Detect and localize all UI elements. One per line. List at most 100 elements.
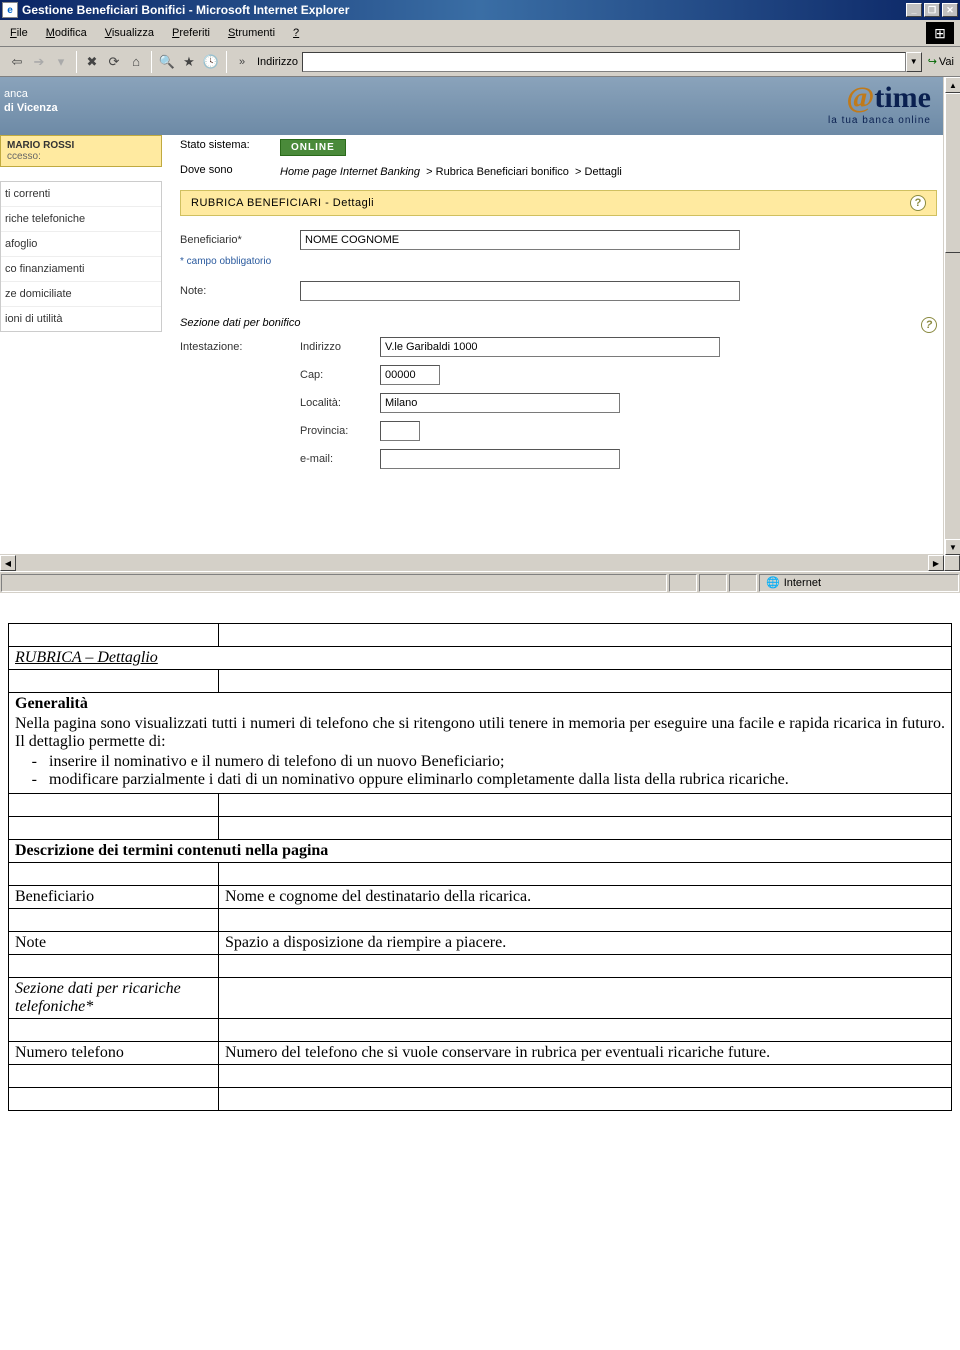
email-input[interactable]	[380, 449, 620, 469]
go-icon: ↪	[928, 55, 937, 68]
beneficiario-label: Beneficiario*	[180, 234, 300, 246]
toolbar-divider	[76, 51, 77, 73]
user-name: MARIO ROSSI	[7, 140, 155, 151]
breadcrumb-mid[interactable]: Rubrica Beneficiari bonifico	[436, 166, 569, 178]
toolbar-divider	[226, 51, 227, 73]
favorites-button[interactable]: ★	[178, 51, 200, 73]
system-status-label: Stato sistema:	[180, 139, 280, 151]
doc-r4-v: Numero del telefono che si vuole conserv…	[219, 1042, 952, 1065]
side-menu: ti correnti riche telefoniche afoglio co…	[0, 181, 162, 332]
doc-heading: RUBRICA – Dettaglio	[9, 647, 952, 670]
note-label: Note:	[180, 285, 300, 297]
doc-table-wrap: RUBRICA – Dettaglio Generalità Nella pag…	[8, 623, 952, 1111]
section-bonifico-label: Sezione dati per bonifico	[180, 317, 921, 333]
bank-tagline: la tua banca online	[828, 115, 931, 126]
forward-button[interactable]: ➔	[28, 51, 50, 73]
maximize-button[interactable]: ❐	[924, 3, 940, 17]
menu-bar: File Modifica Visualizza Preferiti Strum…	[0, 20, 960, 47]
sidebar-item-ricariche[interactable]: riche telefoniche	[1, 207, 161, 232]
email-label: e-mail:	[300, 453, 380, 465]
scroll-up-button[interactable]: ▲	[945, 77, 960, 93]
doc-gen-p1: Nella pagina sono visualizzati tutti i n…	[15, 715, 945, 751]
menu-help[interactable]: ?	[289, 25, 303, 41]
localita-input[interactable]	[380, 393, 620, 413]
doc-gen-title: Generalità	[15, 695, 88, 712]
go-button[interactable]: ↪Vai	[928, 55, 954, 68]
window-titlebar: e Gestione Beneficiari Bonifici - Micros…	[0, 0, 960, 20]
menu-visualizza[interactable]: Visualizza	[101, 25, 158, 41]
scroll-down-button[interactable]: ▼	[945, 539, 960, 555]
status-zone-label: Internet	[784, 577, 821, 589]
user-box: MARIO ROSSI ccesso:	[0, 135, 162, 167]
localita-label: Località:	[300, 397, 380, 409]
where-label: Dove sono	[180, 164, 280, 176]
user-access-label: ccesso:	[7, 151, 155, 162]
window-title: Gestione Beneficiari Bonifici - Microsof…	[22, 3, 906, 17]
status-pane-2	[669, 574, 697, 592]
status-pane-zone: 🌐 Internet	[759, 574, 959, 592]
doc-r1-k: Beneficiario	[9, 886, 219, 909]
doc-r1-v: Nome e cognome del destinatario della ri…	[219, 886, 952, 909]
bank-logo: @time	[828, 81, 931, 115]
breadcrumb-last: Dettagli	[585, 166, 622, 178]
menu-file[interactable]: File	[6, 25, 32, 41]
status-pane-4	[729, 574, 757, 592]
provincia-label: Provincia:	[300, 425, 380, 437]
sidebar-item-utilita[interactable]: ioni di utilità	[1, 307, 161, 331]
breadcrumb: Home page Internet Banking > Rubrica Ben…	[280, 164, 622, 186]
history-button[interactable]: 🕓	[200, 51, 222, 73]
doc-r4-k: Numero telefono	[9, 1042, 219, 1065]
search-button[interactable]: 🔍	[156, 51, 178, 73]
doc-gen-li1: inserire il nominativo e il numero di te…	[49, 753, 945, 771]
scroll-corner	[944, 555, 960, 571]
sidebar-item-portafoglio[interactable]: afoglio	[1, 232, 161, 257]
doc-gen-li2: modificare parzialmente i dati di un nom…	[49, 771, 945, 789]
minimize-button[interactable]: _	[906, 3, 922, 17]
menu-strumenti[interactable]: Strumenti	[224, 25, 279, 41]
scroll-left-button[interactable]: ◀	[0, 555, 16, 571]
menu-modifica[interactable]: Modifica	[42, 25, 91, 41]
indirizzo-input[interactable]	[380, 337, 720, 357]
toolbar: ⇦ ➔ ▾ ✖ ⟳ ⌂ 🔍 ★ 🕓 » Indirizzo ▼ ↪Vai	[0, 47, 960, 77]
system-status-badge: ONLINE	[280, 139, 346, 156]
menu-preferiti[interactable]: Preferiti	[168, 25, 214, 41]
close-button[interactable]: ✕	[942, 3, 958, 17]
back-button[interactable]: ⇦	[6, 51, 28, 73]
note-input[interactable]	[300, 281, 740, 301]
provincia-input[interactable]	[380, 421, 420, 441]
ie-throbber-icon: ⊞	[926, 22, 954, 44]
scroll-right-button[interactable]: ▶	[928, 555, 944, 571]
forward-dropdown[interactable]: ▾	[50, 51, 72, 73]
indirizzo-label: Indirizzo	[300, 341, 380, 353]
sidebar-item-utenze[interactable]: ze domiciliate	[1, 282, 161, 307]
horizontal-scrollbar[interactable]: ◀ ▶	[0, 555, 960, 571]
help-icon[interactable]: ?	[921, 317, 937, 333]
home-button[interactable]: ⌂	[125, 51, 147, 73]
vertical-scrollbar[interactable]: ▲ ▼	[944, 77, 960, 555]
help-icon[interactable]: ?	[910, 195, 926, 211]
sidebar-item-finanziamenti[interactable]: co finanziamenti	[1, 257, 161, 282]
bank-name-line1: anca	[4, 87, 58, 101]
stop-button[interactable]: ✖	[81, 51, 103, 73]
ie-icon: e	[2, 2, 18, 18]
doc-r3-k: Sezione dati per ricariche telefoniche*	[9, 978, 219, 1019]
doc-r2-v: Spazio a disposizione da riempire a piac…	[219, 932, 952, 955]
status-bar: 🌐 Internet	[0, 571, 960, 593]
cap-input[interactable]	[380, 365, 440, 385]
address-dropdown-button[interactable]: ▼	[906, 52, 922, 72]
beneficiario-input[interactable]	[300, 230, 740, 250]
doc-r2-k: Note	[9, 932, 219, 955]
doc-desc-title: Descrizione dei termini contenuti nella …	[9, 840, 952, 863]
scroll-thumb[interactable]	[945, 93, 960, 253]
doc-table: RUBRICA – Dettaglio Generalità Nella pag…	[8, 623, 952, 1111]
toolbar-divider	[151, 51, 152, 73]
more-button[interactable]: »	[231, 51, 253, 73]
address-input[interactable]	[302, 52, 906, 72]
intestazione-label: Intestazione:	[180, 341, 300, 353]
status-pane-main	[1, 574, 667, 592]
breadcrumb-home[interactable]: Home page Internet Banking	[280, 166, 420, 178]
cap-label: Cap:	[300, 369, 380, 381]
sidebar-item-conti[interactable]: ti correnti	[1, 182, 161, 207]
globe-icon: 🌐	[766, 576, 780, 589]
refresh-button[interactable]: ⟳	[103, 51, 125, 73]
